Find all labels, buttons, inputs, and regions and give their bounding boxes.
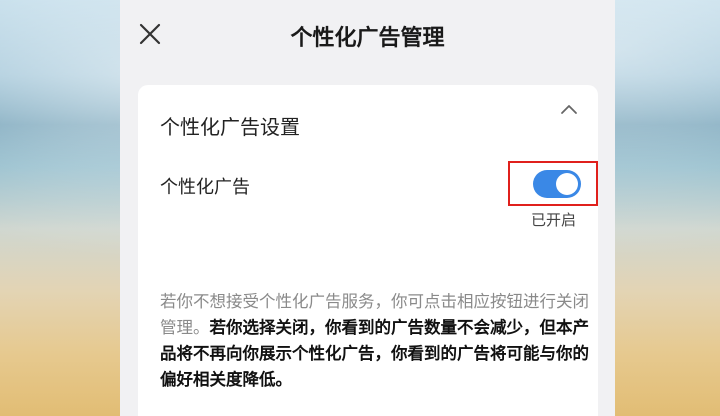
- settings-screen: 个性化广告管理 个性化广告设置 个性化广告 已开启 若你不想接受个性化广告服务，…: [120, 0, 615, 416]
- personalized-ads-label: 个性化广告: [160, 177, 250, 198]
- page-title: 个性化广告管理: [290, 26, 445, 51]
- description-text: 若你不想接受个性化广告服务，你可点击相应按钮进行关闭管理。若你选择关闭，你看到的…: [160, 289, 590, 393]
- personalized-ads-toggle[interactable]: [533, 170, 581, 198]
- toggle-status-text: 已开启: [531, 211, 577, 229]
- toggle-knob: [556, 173, 578, 195]
- chevron-up-icon[interactable]: [558, 99, 580, 121]
- section-title: 个性化广告设置: [160, 115, 300, 139]
- top-bar: 个性化广告管理: [120, 0, 615, 70]
- description-bold: 若你选择关闭，你看到的广告数量不会减少，但本产品将不再向你展示个性化广告，你看到…: [160, 318, 589, 389]
- ad-settings-card: 个性化广告设置 个性化广告 已开启 若你不想接受个性化广告服务，你可点击相应按钮…: [138, 85, 598, 416]
